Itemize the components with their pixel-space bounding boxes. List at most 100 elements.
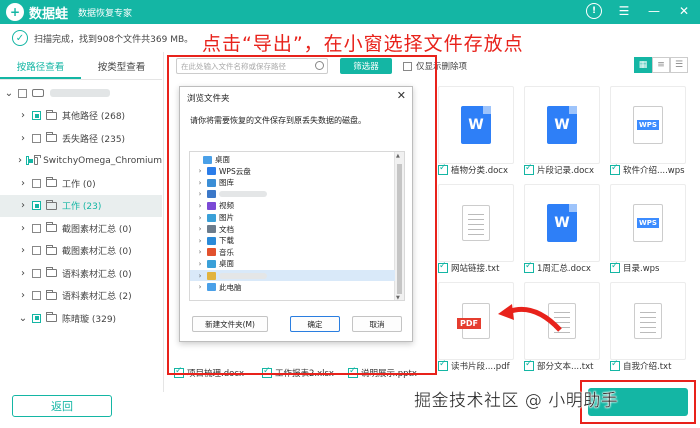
ok-button[interactable]: 确定	[290, 316, 340, 332]
tab-by-path[interactable]: 按路径查看	[0, 58, 81, 79]
file-label[interactable]: 1周汇总.docx	[524, 261, 591, 274]
chevron-right-icon[interactable]: ›	[196, 225, 204, 233]
tree-item[interactable]: › 语料素材汇总 (0)	[0, 262, 162, 284]
tree-item[interactable]: ⌄ 陈晴璇 (329)	[0, 307, 162, 329]
file-card[interactable]: WPS	[610, 184, 686, 262]
file-card[interactable]: W	[524, 184, 600, 262]
minimize-icon[interactable]: —	[646, 3, 662, 19]
chevron-right-icon[interactable]: ›	[196, 237, 204, 245]
file-checkbox[interactable]	[610, 261, 620, 273]
chevron-right-icon[interactable]: ›	[196, 260, 204, 268]
chevron-right-icon[interactable]: ›	[196, 248, 204, 256]
menu-icon[interactable]: ☰	[616, 3, 632, 19]
tree-checkbox[interactable]	[32, 313, 41, 323]
dialog-folder-item[interactable]: › 此电脑	[190, 282, 395, 293]
tree-checkbox[interactable]	[32, 178, 41, 188]
chevron-down-icon[interactable]: ⌄	[18, 313, 28, 324]
file-card[interactable]: W	[524, 86, 600, 164]
dialog-folder-item[interactable]: › 桌面	[190, 258, 395, 269]
file-label[interactable]: 植物分类.docx	[438, 163, 508, 176]
close-icon[interactable]: ✕	[676, 3, 692, 19]
chevron-right-icon[interactable]: ›	[18, 155, 22, 166]
chevron-right-icon[interactable]: ›	[18, 223, 28, 234]
tree-item[interactable]: › 工作 (23)	[0, 194, 162, 217]
tree-item[interactable]: ⌄	[0, 82, 162, 104]
dialog-scrollbar[interactable]: ▲ ▼	[394, 152, 404, 300]
dialog-folder-item[interactable]: › 图库	[190, 177, 395, 188]
back-button[interactable]: 返回	[12, 395, 112, 417]
file-checkbox[interactable]	[524, 261, 534, 273]
chevron-right-icon[interactable]: ›	[196, 179, 204, 187]
file-card[interactable]: W	[438, 86, 514, 164]
chevron-right-icon[interactable]: ›	[18, 200, 28, 211]
dialog-folder-item[interactable]: › 音乐	[190, 247, 395, 258]
chevron-right-icon[interactable]: ›	[18, 245, 28, 256]
tree-item[interactable]: › 截图素材汇总 (0)	[0, 240, 162, 262]
new-folder-button[interactable]: 新建文件夹(M)	[192, 316, 268, 332]
file-label[interactable]: 部分文本....txt	[524, 359, 594, 372]
dialog-folder-item[interactable]: ›	[190, 189, 395, 200]
chevron-right-icon[interactable]: ›	[18, 268, 28, 279]
tree-checkbox[interactable]	[18, 88, 27, 98]
dialog-folder-item[interactable]: › 图片	[190, 212, 395, 223]
file-card[interactable]: WPS	[610, 86, 686, 164]
list-view-icon[interactable]: ≡	[652, 57, 670, 73]
file-card[interactable]	[438, 184, 514, 262]
chevron-down-icon[interactable]: ⌄	[4, 88, 14, 99]
tree-item[interactable]: › 工作 (0)	[0, 172, 162, 194]
dialog-close-icon[interactable]: ✕	[397, 89, 406, 102]
file-label[interactable]: 目录.wps	[610, 261, 659, 274]
tree-item[interactable]: › 其他路径 (268)	[0, 105, 162, 127]
dialog-folder-item[interactable]: › 下载	[190, 235, 395, 246]
tab-by-type[interactable]: 按类型查看	[81, 58, 162, 79]
dialog-folder-item[interactable]: › WPS云盘	[190, 166, 395, 177]
file-label[interactable]: 软件介绍....wps	[610, 163, 685, 176]
chevron-right-icon[interactable]: ›	[18, 290, 28, 301]
cancel-button[interactable]: 取消	[352, 316, 402, 332]
tree-item[interactable]: › 语料素材汇总 (2)	[0, 285, 162, 307]
scroll-up-icon[interactable]: ▲	[396, 153, 400, 159]
file-checkbox[interactable]	[438, 359, 448, 371]
dialog-folder-item[interactable]: 桌面	[190, 154, 395, 165]
chevron-right-icon[interactable]: ›	[196, 190, 204, 198]
tree-item-label: 工作 (0)	[62, 179, 96, 190]
tree-item[interactable]: › SwitchyOmega_Chromium	[0, 150, 162, 172]
file-label[interactable]: 片段记录.docx	[524, 163, 594, 176]
chevron-right-icon[interactable]: ›	[196, 202, 204, 210]
file-checkbox[interactable]	[438, 163, 448, 175]
tree-checkbox[interactable]	[32, 246, 41, 255]
dialog-folder-item[interactable]: ›	[190, 270, 395, 281]
file-label[interactable]: 网站链接.txt	[438, 261, 499, 274]
tree-checkbox[interactable]	[32, 268, 41, 278]
tree-checkbox[interactable]	[32, 133, 41, 143]
tree-item[interactable]: › 截图素材汇总 (0)	[0, 217, 162, 239]
scroll-down-icon[interactable]: ▼	[396, 295, 400, 300]
chevron-right-icon[interactable]: ›	[18, 178, 28, 189]
chevron-right-icon[interactable]: ›	[196, 214, 204, 222]
file-checkbox[interactable]	[524, 359, 534, 371]
chevron-right-icon[interactable]: ›	[18, 133, 28, 144]
help-icon[interactable]: !	[586, 3, 602, 19]
dialog-folder-item[interactable]: › 视频	[190, 200, 395, 211]
scroll-thumb[interactable]	[397, 164, 402, 294]
chevron-right-icon[interactable]: ›	[196, 283, 204, 291]
tree-checkbox[interactable]	[32, 201, 41, 210]
file-checkbox[interactable]	[610, 359, 620, 371]
tree-checkbox[interactable]	[32, 291, 41, 300]
chevron-right-icon[interactable]: ›	[196, 167, 204, 175]
chevron-right-icon[interactable]: ›	[18, 110, 28, 121]
tree-checkbox[interactable]	[32, 111, 41, 120]
tree-checkbox[interactable]	[26, 156, 34, 165]
file-checkbox[interactable]	[438, 261, 448, 273]
tree-checkbox[interactable]	[32, 223, 41, 233]
tree-item[interactable]: › 丢失路径 (235)	[0, 127, 162, 149]
file-card[interactable]	[610, 282, 686, 360]
detail-view-icon[interactable]: ☰	[670, 57, 688, 73]
dialog-folder-item[interactable]: › 文档	[190, 224, 395, 235]
file-label[interactable]: 读书片段....pdf	[438, 359, 510, 372]
file-checkbox[interactable]	[524, 163, 534, 175]
chevron-right-icon[interactable]: ›	[196, 272, 204, 280]
file-label[interactable]: 自我介绍.txt	[610, 359, 671, 372]
file-checkbox[interactable]	[610, 163, 620, 175]
grid-view-icon[interactable]: ▦	[634, 57, 652, 73]
